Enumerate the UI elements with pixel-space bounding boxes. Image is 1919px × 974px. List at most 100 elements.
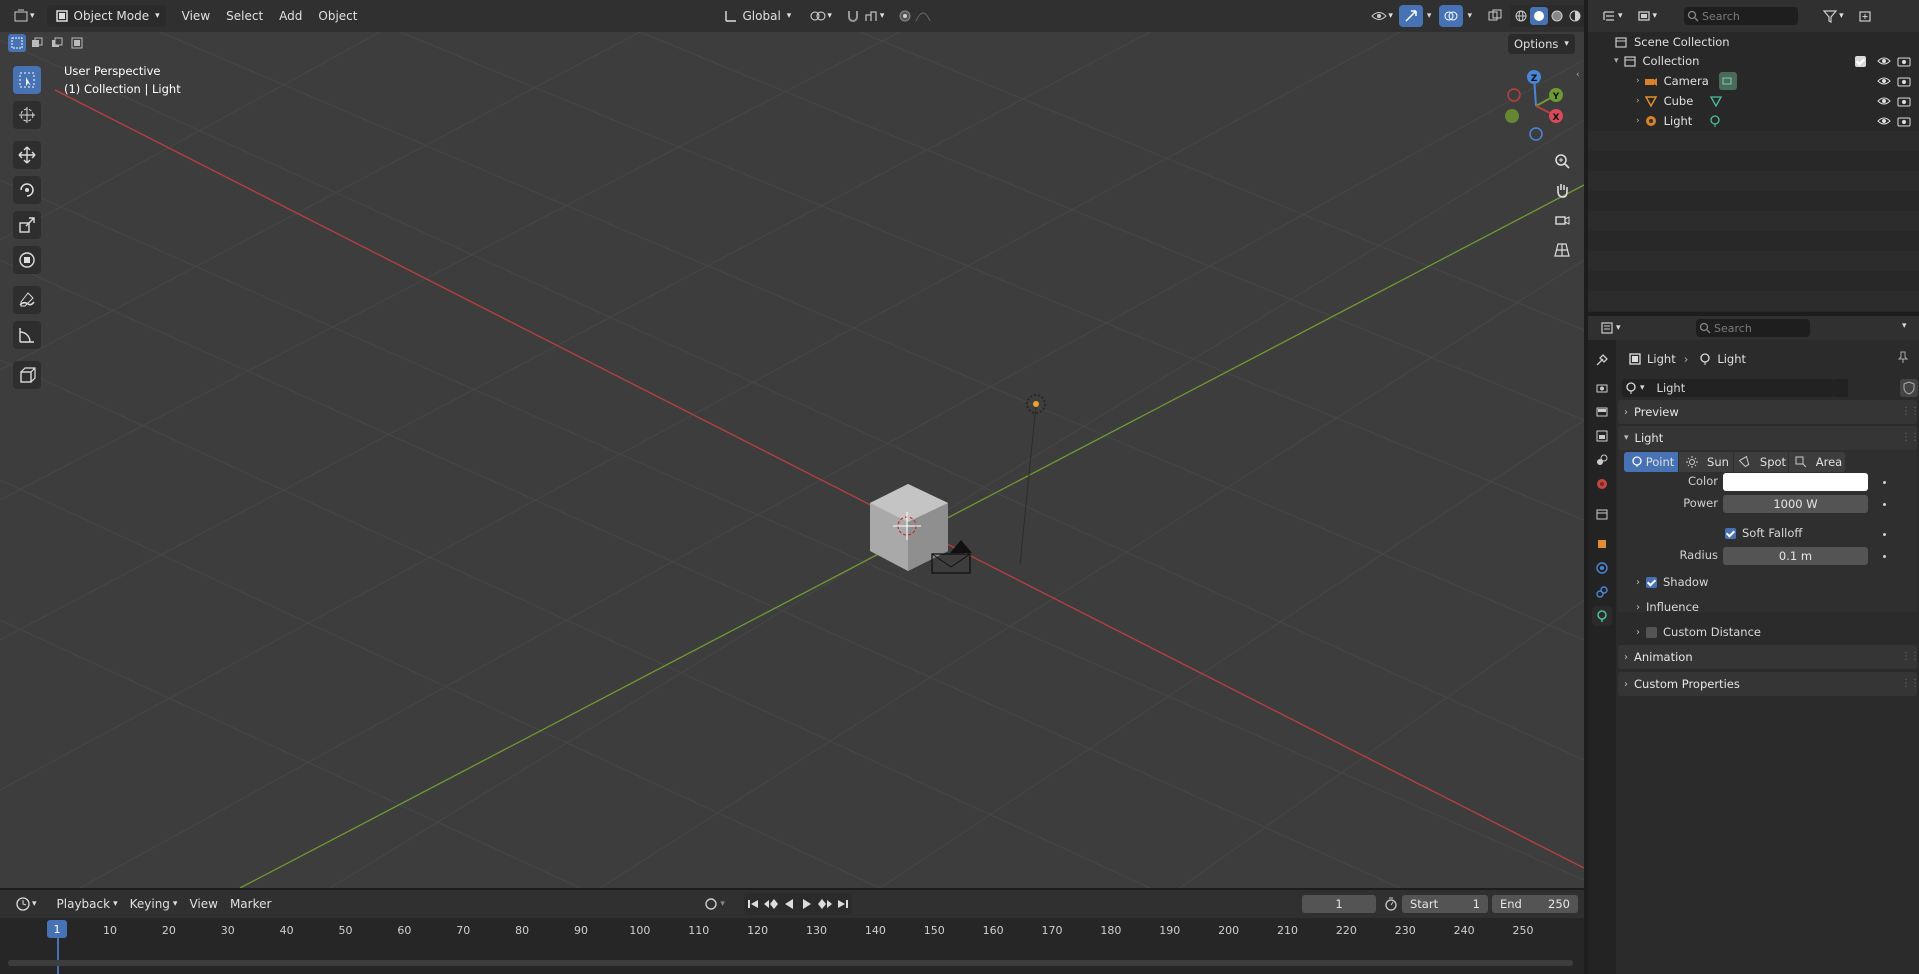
drag-handle-icon[interactable]: ⋮⋮ (1901, 651, 1919, 662)
rendered-shading-icon[interactable] (1566, 7, 1584, 25)
tab-output[interactable] (1592, 402, 1612, 422)
expand-arrow[interactable]: › (1636, 76, 1640, 86)
play-icon[interactable] (798, 895, 816, 913)
current-frame-field[interactable]: 1 (1302, 895, 1376, 913)
stopwatch-icon[interactable] (1382, 895, 1400, 913)
auto-keying-toggle[interactable]: ▾ (696, 893, 731, 915)
properties-editor-type[interactable]: ▾ (1592, 317, 1627, 339)
scene-collection-row[interactable]: Scene Collection (1588, 32, 1919, 52)
current-frame-marker[interactable]: 1 (47, 920, 67, 938)
keyframe-dot[interactable] (1883, 481, 1886, 484)
tab-collection[interactable] (1592, 504, 1612, 524)
snap-toggle[interactable]: ▾ (838, 5, 891, 27)
keyframe-dot[interactable] (1883, 555, 1886, 558)
power-field[interactable]: 1000 W (1723, 495, 1868, 513)
tool-add-cube[interactable] (13, 361, 41, 389)
select-extend-icon[interactable] (28, 34, 46, 52)
light-type-area[interactable]: Area (1789, 452, 1845, 472)
jump-start-icon[interactable] (744, 895, 762, 913)
3d-viewport[interactable]: ▾ Object Mode ▾ View Select Add Object G… (0, 0, 1584, 888)
render-camera-icon[interactable] (1895, 112, 1913, 130)
zoom-button[interactable] (1549, 148, 1575, 174)
next-keyframe-icon[interactable] (816, 895, 834, 913)
outliner-item-cube[interactable]: › Cube (1588, 91, 1919, 111)
light-type-spot[interactable]: Spot (1734, 452, 1788, 472)
color-swatch[interactable] (1723, 473, 1868, 491)
tab-view-layer[interactable] (1592, 426, 1612, 446)
menu-view[interactable]: View (176, 5, 216, 27)
subpanel-custom-distance[interactable]: › Custom Distance (1630, 622, 1915, 642)
proportional-edit-toggle[interactable] (890, 5, 938, 27)
xray-toggle[interactable] (1480, 5, 1510, 27)
outliner-item-light[interactable]: › Light (1588, 111, 1919, 131)
panel-animation[interactable]: › Animation ⋮⋮ (1618, 645, 1919, 669)
panel-custom-properties[interactable]: › Custom Properties ⋮⋮ (1618, 672, 1919, 696)
navigation-gizmo[interactable]: Z Y X (1496, 66, 1576, 146)
drag-handle-icon[interactable]: ⋮⋮ (1901, 406, 1919, 417)
keyframe-dot[interactable] (1883, 503, 1886, 506)
render-camera-icon[interactable] (1895, 92, 1913, 110)
timeline-editor-type[interactable]: ▾ (8, 893, 43, 915)
select-subtract-icon[interactable] (48, 34, 66, 52)
visibility-eye-icon[interactable] (1875, 92, 1893, 110)
tab-physics[interactable] (1592, 558, 1612, 578)
tool-select-box[interactable] (13, 66, 41, 94)
solid-shading-icon[interactable] (1529, 7, 1548, 25)
menu-marker[interactable]: Marker (224, 893, 277, 915)
overlays-toggle[interactable] (1439, 5, 1464, 27)
menu-timeline-view[interactable]: View (183, 893, 223, 915)
menu-keying[interactable]: Keying ▾ (124, 893, 184, 915)
timeline-ruler[interactable]: 10 20 30 40 50 60 70 80 90 100 110 120 130 140 150 160 1… (0, 918, 1584, 974)
collection-row[interactable]: ▾ Collection (1588, 51, 1919, 71)
menu-select[interactable]: Select (220, 5, 269, 27)
tool-rotate[interactable] (13, 176, 41, 204)
panel-preview[interactable]: › Preview ⋮⋮ (1618, 400, 1919, 424)
visibility-selectability-button[interactable]: ▾ (1364, 5, 1399, 27)
light-type-sun[interactable]: Sun (1679, 452, 1733, 472)
gizmo-toggle[interactable] (1398, 5, 1423, 27)
mode-dropdown[interactable]: Object Mode ▾ (46, 5, 166, 27)
prev-keyframe-icon[interactable] (762, 895, 780, 913)
visibility-eye-icon[interactable] (1875, 72, 1893, 90)
light-type-point[interactable]: Point (1624, 452, 1678, 472)
jump-end-icon[interactable] (834, 895, 852, 913)
pivot-point-button[interactable]: ▾ (803, 5, 838, 27)
radius-field[interactable]: 0.1 m (1723, 547, 1868, 565)
subpanel-shadow[interactable]: › Shadow (1630, 572, 1915, 592)
tab-scene[interactable] (1592, 450, 1612, 470)
shadow-checkbox[interactable] (1646, 576, 1657, 588)
material-preview-icon[interactable] (1548, 7, 1566, 25)
fake-user-shield-icon[interactable] (1900, 379, 1918, 397)
datablock-selector[interactable]: ▾ Light (1622, 379, 1834, 397)
menu-add[interactable]: Add (273, 5, 308, 27)
editor-type-button[interactable]: ▾ (6, 5, 41, 27)
custom-distance-checkbox[interactable] (1646, 626, 1657, 638)
tool-scale[interactable] (13, 211, 41, 239)
properties-search-input[interactable]: Search (1696, 319, 1810, 337)
tab-light-data[interactable] (1592, 606, 1612, 626)
keyframe-dot[interactable] (1883, 533, 1886, 536)
camera-view-button[interactable] (1549, 207, 1575, 233)
subpanel-influence[interactable]: › Influence (1630, 597, 1915, 617)
tab-render[interactable] (1592, 378, 1612, 398)
select-invert-icon[interactable] (68, 34, 86, 52)
menu-object[interactable]: Object (312, 5, 363, 27)
display-mode-dropdown[interactable]: ▾ (1629, 5, 1664, 27)
tool-move[interactable] (13, 141, 41, 169)
drag-handle-icon[interactable]: ⋮⋮ (1901, 432, 1919, 443)
header-dropdown-arrow[interactable]: ▾ (1902, 321, 1907, 331)
outliner-item-camera[interactable]: › Camera (1588, 71, 1919, 91)
perspective-toggle-button[interactable] (1549, 237, 1575, 263)
new-collection-button[interactable] (1850, 5, 1880, 27)
drag-handle-icon[interactable]: ⋮⋮ (1901, 678, 1919, 689)
collapse-arrow[interactable]: ▾ (1614, 56, 1619, 66)
soft-falloff-checkbox[interactable]: Soft Falloff (1725, 526, 1802, 540)
end-frame-field[interactable]: End 250 (1492, 895, 1578, 913)
options-dropdown[interactable]: Options ▾ (1508, 34, 1575, 54)
tool-measure[interactable] (13, 321, 41, 349)
tool-annotate[interactable] (13, 286, 41, 314)
tool-cursor[interactable] (13, 101, 41, 129)
wireframe-shading-icon[interactable] (1512, 7, 1530, 25)
visibility-eye-icon[interactable] (1875, 112, 1893, 130)
menu-playback[interactable]: Playback ▾ (51, 893, 124, 915)
